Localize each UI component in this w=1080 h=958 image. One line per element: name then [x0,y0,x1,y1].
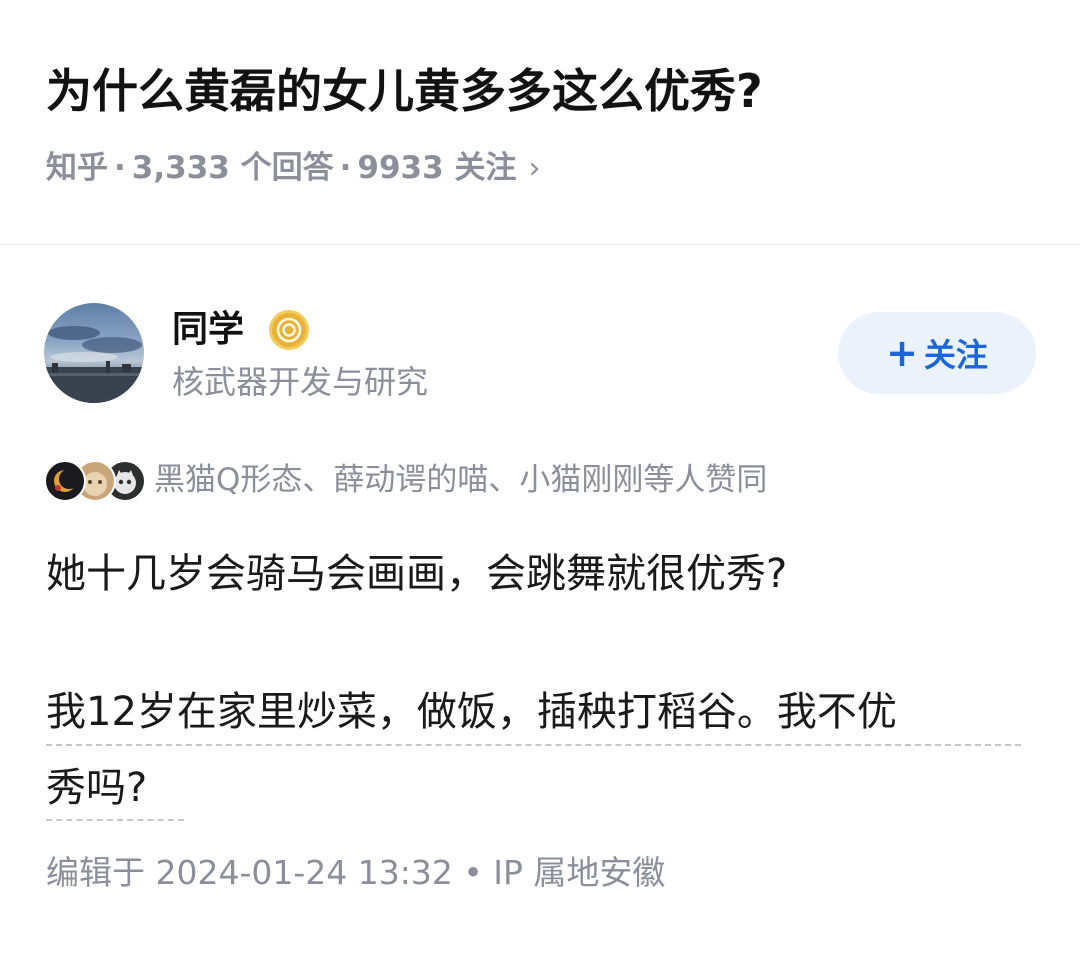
meta-separator: · [114,150,126,186]
answer-paragraph-1: 她十几岁会骑马会画画，会跳舞就很优秀? [46,551,788,597]
voter-avatars[interactable] [44,460,146,502]
underline-dashed [46,819,184,821]
author-name[interactable]: 同学 [172,306,244,354]
answer-count: 3,333 个回答 [131,150,334,186]
source-label: 知乎 [46,150,108,186]
section-divider [0,244,1080,245]
edit-info: 编辑于 2024-01-24 13:32 • IP 属地安徽 [46,853,666,892]
chevron-right-icon: › [528,151,541,186]
follower-count: 9933 关注 [357,150,517,186]
voter-avatar [44,460,86,502]
endorsement-text[interactable]: 黑猫Q形态、薛动谔的喵、小猫刚刚等人赞同 [154,458,767,502]
meta-separator: · [339,150,352,186]
author-bio: 核武器开发与研究 [172,363,429,401]
follow-button[interactable]: + 关注 [838,312,1036,394]
author-avatar[interactable] [44,303,144,403]
sky-photo-icon [44,326,144,403]
answer-paragraph-2-line-1: 我12岁在家里炒菜，做饭，插秧打稻谷。我不优 [46,689,897,735]
plus-icon: + [886,331,918,375]
underline-dashed [46,744,1021,746]
certified-badge-icon [268,309,310,351]
question-meta[interactable]: 知乎 · 3,333 个回答 · 9933 关注 › [46,146,541,191]
question-title[interactable]: 为什么黄磊的女儿黄多多这么优秀? [46,58,763,124]
answer-paragraph-2-line-2: 秀吗? [46,765,148,811]
follow-button-label: 关注 [923,336,988,374]
